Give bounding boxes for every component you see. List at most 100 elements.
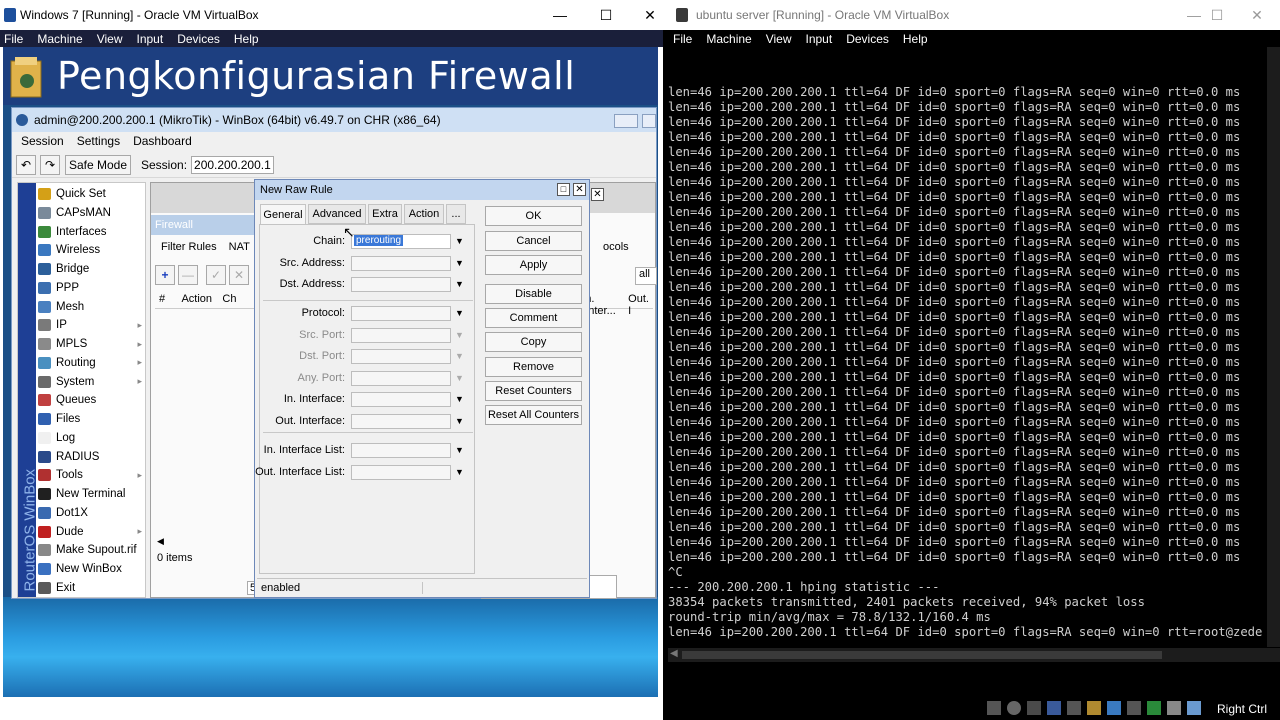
cancel-button[interactable]: Cancel — [485, 231, 582, 251]
sidebar-item-label: Log — [56, 431, 76, 444]
sidebar-item-exit[interactable]: Exit — [38, 579, 144, 597]
menu-view[interactable]: View — [97, 32, 123, 46]
sidebar-item-new-terminal[interactable]: New Terminal — [38, 485, 144, 503]
menu-help[interactable]: Help — [903, 32, 928, 46]
tab-general[interactable]: General — [260, 204, 306, 224]
sidebar-item-capsman[interactable]: CAPsMAN — [38, 204, 144, 222]
comment-button[interactable]: Comment — [485, 308, 582, 328]
sidebar-item-dot1x[interactable]: Dot1X — [38, 504, 144, 522]
menu-file[interactable]: File — [673, 32, 692, 46]
menu-input[interactable]: Input — [806, 32, 833, 46]
remove-icon[interactable]: — — [178, 265, 198, 285]
safe-mode-button[interactable]: Safe Mode — [65, 154, 131, 175]
close-icon[interactable]: ✕ — [1234, 0, 1280, 30]
tab-nat[interactable]: NAT — [223, 239, 256, 255]
field-input[interactable] — [351, 443, 451, 458]
add-icon[interactable]: + — [155, 265, 175, 285]
winbox-maximize-icon[interactable] — [642, 114, 656, 128]
tab-action[interactable]: Action — [404, 204, 444, 224]
separator — [263, 432, 473, 433]
remove-button[interactable]: Remove — [485, 357, 582, 377]
sidebar-item-files[interactable]: Files — [38, 410, 144, 428]
tab-extra[interactable]: Extra — [368, 204, 402, 224]
scroll-left-icon[interactable]: ◀ — [670, 648, 678, 659]
field-input — [351, 328, 451, 343]
ok-button[interactable]: OK — [485, 206, 582, 226]
dropdown-arrow-icon[interactable]: ▼ — [455, 445, 464, 455]
menu-dashboard[interactable]: Dashboard — [133, 134, 192, 148]
dialog-maximize-icon[interactable]: □ — [557, 183, 570, 196]
tab-filter-rules[interactable]: Filter Rules — [155, 239, 223, 255]
copy-button[interactable]: Copy — [485, 332, 582, 352]
disable-icon[interactable]: ✕ — [229, 265, 249, 285]
reset-counters-button[interactable]: Reset Counters — [485, 381, 582, 401]
sidebar-item-queues[interactable]: Queues — [38, 391, 144, 409]
dropdown-arrow-icon[interactable]: ▼ — [455, 258, 464, 268]
behind-close-icon[interactable]: ✕ — [591, 188, 604, 201]
menu-file[interactable]: File — [4, 32, 23, 46]
disable-button[interactable]: Disable — [485, 284, 582, 304]
terminal-line: len=46 ip=200.200.200.1 ttl=64 DF id=0 s… — [668, 385, 1241, 399]
menu-devices[interactable]: Devices — [846, 32, 889, 46]
sidebar-item-system[interactable]: System ▸ — [38, 373, 144, 391]
firewall-filter-select[interactable]: all — [635, 267, 657, 285]
menu-input[interactable]: Input — [137, 32, 164, 46]
menu-session[interactable]: Session — [21, 134, 64, 148]
sidebar-item-interfaces[interactable]: Interfaces — [38, 223, 144, 241]
sidebar-item-ppp[interactable]: PPP — [38, 279, 144, 297]
sidebar-item-mesh[interactable]: Mesh — [38, 298, 144, 316]
sidebar-item-mpls[interactable]: MPLS ▸ — [38, 335, 144, 353]
dialog-close-icon[interactable]: ✕ — [573, 183, 586, 196]
menu-view[interactable]: View — [766, 32, 792, 46]
menu-help[interactable]: Help — [234, 32, 259, 46]
terminal-vertical-scrollbar[interactable] — [1267, 47, 1280, 647]
menu-machine[interactable]: Machine — [706, 32, 751, 46]
terminal-line: len=46 ip=200.200.200.1 ttl=64 DF id=0 s… — [668, 355, 1241, 369]
dropdown-arrow-icon[interactable]: ▼ — [455, 279, 464, 289]
sidebar-item-log[interactable]: Log — [38, 429, 144, 447]
scroll-thumb[interactable] — [682, 651, 1162, 659]
sidebar-item-routing[interactable]: Routing ▸ — [38, 354, 144, 372]
tab-more[interactable]: ... — [446, 204, 466, 224]
terminal-line: len=46 ip=200.200.200.1 ttl=64 DF id=0 s… — [668, 325, 1241, 339]
session-label: Session: — [141, 157, 188, 172]
dropdown-arrow-icon[interactable]: ▼ — [455, 416, 464, 426]
redo-icon[interactable]: ↷ — [40, 154, 60, 175]
sidebar-item-new-winbox[interactable]: New WinBox — [38, 560, 144, 578]
field-input[interactable] — [351, 465, 451, 480]
undo-icon[interactable]: ↶ — [16, 154, 36, 175]
sidebar-item-bridge[interactable]: Bridge — [38, 260, 144, 278]
sidebar-item-dude[interactable]: Dude ▸ — [38, 523, 144, 541]
dropdown-arrow-icon[interactable]: ▼ — [455, 236, 464, 246]
sidebar-item-quick-set[interactable]: Quick Set — [38, 185, 144, 203]
winbox-toolbar: ↶ ↷ Safe Mode Session: 200.200.200.1 — [12, 152, 656, 178]
sidebar-item-ip[interactable]: IP ▸ — [38, 316, 144, 334]
scroll-left-icon[interactable]: ◀ — [157, 536, 164, 547]
terminal-horizontal-scrollbar[interactable]: ◀ — [668, 648, 1280, 662]
menu-settings[interactable]: Settings — [77, 134, 120, 148]
apply-button[interactable]: Apply — [485, 255, 582, 275]
maximize-icon[interactable]: ☐ — [583, 0, 629, 30]
dropdown-arrow-icon[interactable]: ▼ — [455, 394, 464, 404]
menu-machine[interactable]: Machine — [37, 32, 82, 46]
reset-all-counters-button[interactable]: Reset All Counters — [485, 405, 582, 425]
field-input[interactable] — [351, 277, 451, 292]
dropdown-arrow-icon[interactable]: ▼ — [455, 467, 464, 477]
field-input[interactable] — [351, 256, 451, 271]
tab-advanced[interactable]: Advanced — [308, 204, 366, 224]
sidebar-item-radius[interactable]: RADIUS — [38, 448, 144, 466]
enable-icon[interactable]: ✓ — [206, 265, 226, 285]
tab-protocols[interactable]: ocols — [603, 241, 629, 253]
menu-devices[interactable]: Devices — [177, 32, 220, 46]
sidebar-item-make-supout-rif[interactable]: Make Supout.rif — [38, 541, 144, 559]
winbox-minimize-icon[interactable] — [614, 114, 638, 128]
sidebar-item-tools[interactable]: Tools ▸ — [38, 466, 144, 484]
field-input[interactable] — [351, 306, 451, 321]
field-input — [351, 371, 451, 386]
field-input[interactable] — [351, 414, 451, 429]
field-input[interactable] — [351, 392, 451, 407]
minimize-icon[interactable]: — — [537, 0, 583, 30]
sidebar-item-wireless[interactable]: Wireless — [38, 241, 144, 259]
field-input[interactable]: prerouting — [351, 234, 451, 249]
dropdown-arrow-icon[interactable]: ▼ — [455, 308, 464, 318]
